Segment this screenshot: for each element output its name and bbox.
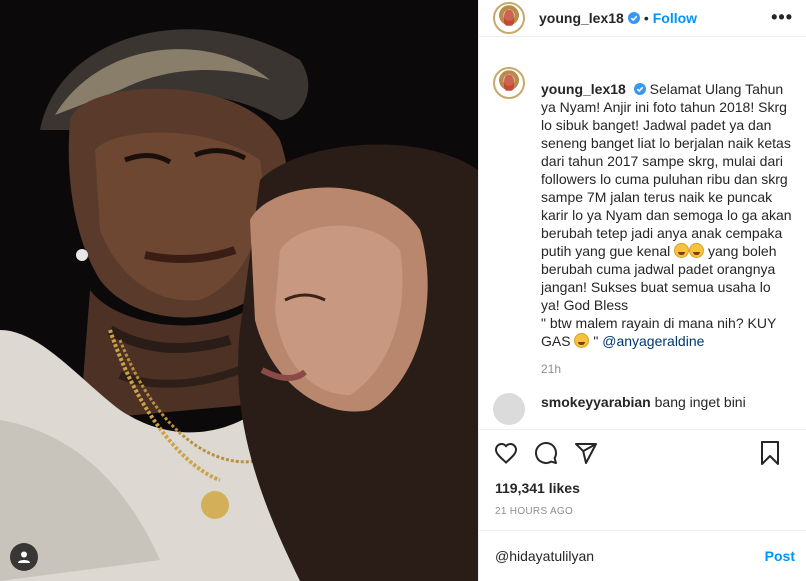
user-tag-icon[interactable]: [10, 543, 38, 571]
post-header: young_lex18 • Follow •••: [479, 0, 806, 37]
list-item: smokeyyarabian bang inget bini: [493, 393, 793, 425]
caption-username[interactable]: young_lex18: [541, 81, 626, 97]
heart-icon[interactable]: [493, 440, 519, 466]
caption-avatar[interactable]: [493, 67, 525, 99]
laughing-emoji-icon: [574, 333, 590, 348]
comments-section[interactable]: young_lex18 Selamat Ulang Tahun ya Nyam!…: [479, 59, 806, 429]
laughing-emoji-icon: [674, 243, 690, 258]
caption-timestamp[interactable]: 21h: [541, 362, 793, 376]
follow-button[interactable]: Follow: [653, 10, 697, 26]
post-actions: 119,341 likes 21 HOURS AGO @hidayatulily…: [479, 429, 806, 581]
bookmark-icon[interactable]: [757, 440, 783, 466]
verified-badge-icon: [627, 12, 640, 24]
avatar[interactable]: [493, 393, 525, 425]
post-timestamp[interactable]: 21 HOURS AGO: [479, 506, 806, 517]
caption-body-4: ": [593, 333, 599, 349]
likes-count[interactable]: 119,341 likes: [479, 480, 806, 496]
comment-input[interactable]: @hidayatulilyan: [495, 548, 765, 564]
caption-body-1: Selamat Ulang Tahun ya Nyam! Anjir ini f…: [541, 81, 792, 259]
comment-body: bang inget bini: [654, 394, 746, 410]
caption-text: young_lex18 Selamat Ulang Tahun ya Nyam!…: [541, 80, 793, 350]
share-icon[interactable]: [573, 440, 599, 466]
post-button[interactable]: Post: [765, 548, 795, 564]
header-username[interactable]: young_lex18: [539, 10, 624, 26]
post-details-panel: young_lex18 • Follow ••• young_lex18 Sel…: [478, 0, 806, 581]
more-options-icon[interactable]: •••: [771, 8, 793, 26]
comment-username[interactable]: smokeyyarabian: [541, 394, 651, 410]
comment-text: smokeyyarabian bang inget bini: [541, 393, 746, 425]
photo-illustration: [0, 0, 478, 581]
caption: young_lex18 Selamat Ulang Tahun ya Nyam!…: [493, 59, 793, 350]
caption-mention[interactable]: @anyageraldine: [602, 333, 704, 349]
header-separator: •: [643, 10, 649, 26]
post-photo[interactable]: [0, 0, 478, 581]
avatar[interactable]: [493, 2, 525, 34]
laughing-emoji-icon: [689, 243, 705, 258]
action-icons: [479, 430, 806, 476]
add-comment-bar: @hidayatulilyan Post: [479, 530, 806, 581]
comment-icon[interactable]: [533, 440, 559, 466]
verified-badge-icon: [633, 83, 646, 95]
